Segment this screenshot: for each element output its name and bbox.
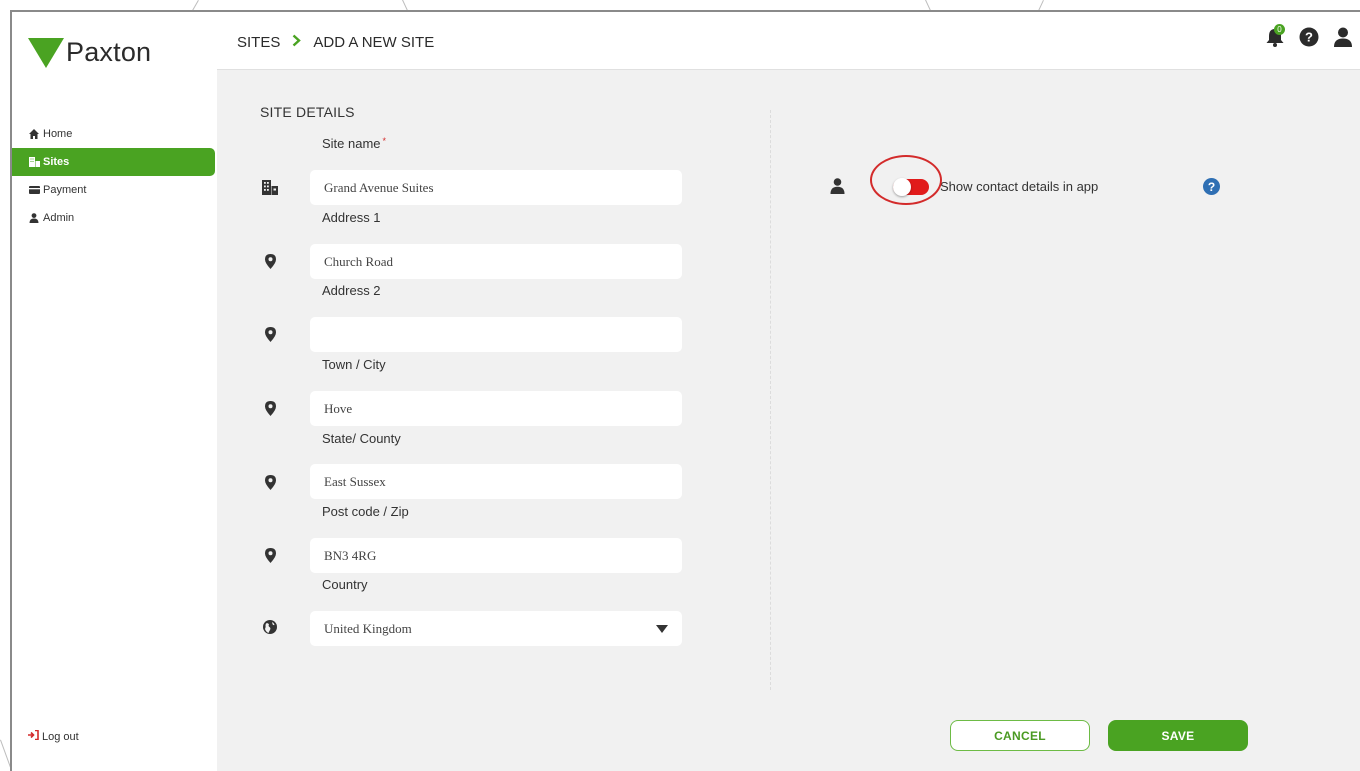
globe-icon: [260, 617, 280, 637]
main-content: SITE DETAILS Site name* Address 1 Addres…: [217, 70, 1360, 771]
postcode-label: Post code / Zip: [322, 504, 409, 519]
sidebar: Paxton Home Sites Payment Admin Log out: [12, 12, 217, 771]
paxton-logo[interactable]: Paxton: [28, 30, 151, 74]
address1-label: Address 1: [322, 210, 381, 225]
map-pin-icon: [260, 251, 280, 271]
town-city-input[interactable]: [310, 391, 682, 426]
paxton-logo-icon: [28, 38, 64, 68]
site-name-input[interactable]: [310, 170, 682, 205]
site-name-label: Site name *: [322, 136, 386, 151]
header-icons: 0 ?: [1264, 24, 1354, 48]
site-name-label-text: Site name: [322, 136, 381, 151]
sidebar-item-sites[interactable]: Sites: [12, 148, 215, 176]
sidebar-item-label: Payment: [43, 184, 87, 196]
logout-link[interactable]: Log out: [28, 729, 79, 743]
country-label: Country: [322, 577, 368, 592]
sidebar-item-admin[interactable]: Admin: [12, 204, 215, 232]
sidebar-nav: Home Sites Payment Admin: [12, 120, 215, 232]
address1-input[interactable]: [310, 244, 682, 279]
building-icon: [260, 177, 280, 197]
address2-label: Address 2: [322, 283, 381, 298]
chevron-down-icon: [656, 625, 668, 633]
postcode-input[interactable]: [310, 538, 682, 573]
highlight-annotation-circle: [870, 155, 942, 205]
user-icon: [28, 213, 40, 223]
sidebar-item-label: Home: [43, 128, 73, 140]
map-pin-icon: [260, 545, 280, 565]
state-county-label: State/ County: [322, 431, 401, 446]
sidebar-item-payment[interactable]: Payment: [12, 176, 215, 204]
sidebar-item-label: Admin: [43, 212, 75, 224]
help-icon[interactable]: ?: [1298, 26, 1320, 48]
home-icon: [28, 129, 40, 139]
user-account-icon[interactable]: [1332, 26, 1354, 48]
town-city-label: Town / City: [322, 357, 386, 372]
country-select-value: United Kingdom: [324, 620, 412, 636]
logout-label: Log out: [42, 730, 79, 743]
logo-text: Paxton: [66, 36, 152, 67]
user-icon: [830, 178, 845, 199]
map-pin-icon: [260, 472, 280, 492]
notification-bell-icon[interactable]: 0: [1264, 24, 1286, 48]
app-window: Paxton Home Sites Payment Admin Log out …: [10, 10, 1360, 771]
save-button[interactable]: SAVE: [1108, 720, 1248, 751]
building-icon: [28, 157, 40, 167]
sidebar-item-label: Sites: [43, 156, 70, 168]
breadcrumb: SITES ADD A NEW SITE: [237, 32, 434, 52]
address2-input[interactable]: [310, 317, 682, 352]
breadcrumb-sites[interactable]: SITES: [237, 34, 280, 51]
breadcrumb-current: ADD A NEW SITE: [313, 33, 435, 51]
required-mark: *: [382, 136, 387, 146]
state-county-input[interactable]: [310, 464, 682, 499]
top-header: SITES ADD A NEW SITE 0 ?: [217, 12, 1360, 70]
chevron-right-icon: [292, 32, 302, 52]
country-select[interactable]: United Kingdom: [310, 611, 682, 646]
column-divider: [770, 110, 771, 690]
map-pin-icon: [260, 398, 280, 418]
map-pin-icon: [260, 324, 280, 344]
cancel-button[interactable]: CANCEL: [950, 720, 1090, 751]
contact-help-icon[interactable]: ?: [1203, 178, 1220, 195]
sidebar-item-home[interactable]: Home: [12, 120, 215, 148]
logout-icon: [28, 729, 39, 743]
notification-badge: 0: [1274, 24, 1285, 35]
svg-text:?: ?: [1305, 30, 1313, 45]
show-contact-label: Show contact details in app: [940, 179, 1099, 194]
section-title: SITE DETAILS: [260, 104, 355, 120]
card-icon: [28, 186, 40, 194]
